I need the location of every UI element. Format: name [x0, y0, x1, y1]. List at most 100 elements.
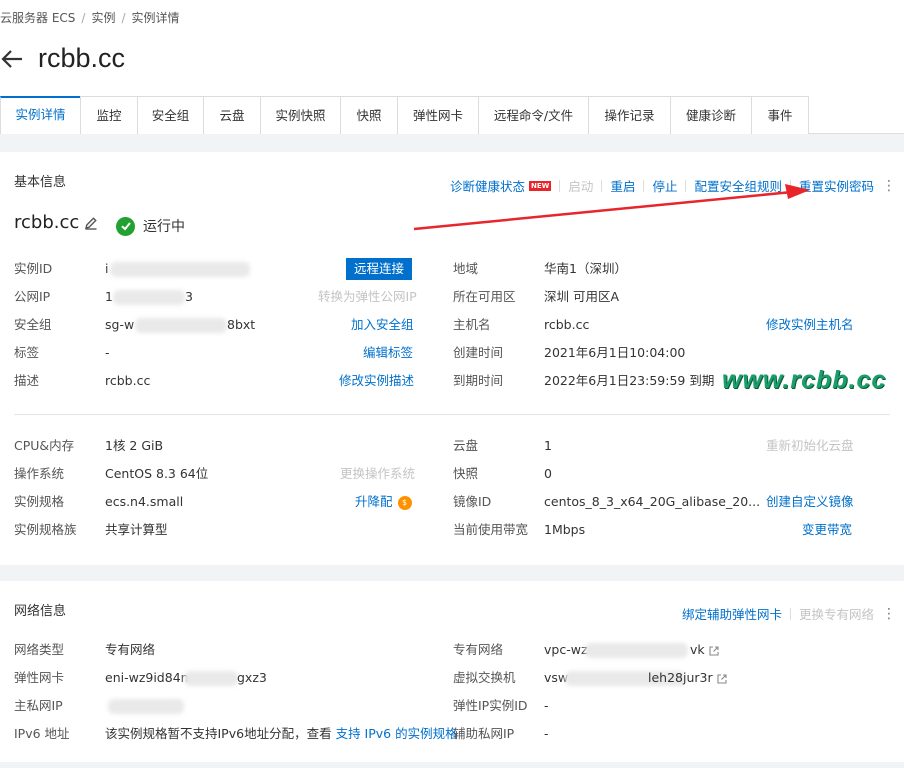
field-label: 操作系统 — [14, 466, 65, 481]
breadcrumb-sep: / — [121, 11, 126, 25]
field-label: 云盘 — [453, 438, 479, 453]
create-image-link[interactable]: 创建自定义镜像 — [766, 492, 854, 512]
field-label: 到期时间 — [453, 373, 504, 388]
bind-eni-button[interactable]: 绑定辅助弹性网卡 — [682, 604, 782, 623]
external-link-icon — [709, 645, 719, 656]
section-gap — [0, 134, 904, 152]
security-group-value: sg-w — [105, 317, 135, 332]
tab-snapshots[interactable]: 快照 — [340, 96, 398, 134]
instance-type-value: ecs.n4.small — [105, 494, 184, 509]
hostname-value: rcbb.cc — [544, 317, 590, 332]
section-gap — [0, 762, 904, 768]
remote-connect-button[interactable]: 远程连接 — [346, 258, 413, 280]
more-vertical-icon[interactable]: ⋮ — [882, 606, 896, 622]
info-row: 公网IP 1 3 转换为弹性公网IP 所在可用区 深圳 可用区A — [0, 287, 904, 307]
config-sg-rule-button[interactable]: 配置安全组规则 — [694, 176, 782, 195]
vpc-value: vpc-wz — [544, 642, 588, 657]
network-actions: 绑定辅助弹性网卡 更换专有网络 ⋮ — [682, 604, 896, 623]
breadcrumb-ecs[interactable]: 云服务器 ECS — [0, 11, 75, 25]
zone-value: 深圳 可用区A — [544, 289, 620, 304]
description-value: rcbb.cc — [105, 373, 151, 388]
tab-operation-logs[interactable]: 操作记录 — [588, 96, 671, 134]
check-circle-icon — [116, 216, 135, 236]
tab-bar: 实例详情 监控 安全组 云盘 实例快照 快照 弹性网卡 远程命令/文件 操作记录… — [0, 96, 904, 134]
upgrade-downgrade-link[interactable]: 升降配 $ — [355, 492, 412, 512]
network-type-value: 专有网络 — [105, 642, 156, 657]
field-label: 描述 — [14, 373, 40, 388]
change-os-link[interactable]: 更换操作系统 — [340, 464, 415, 484]
bandwidth-value: 1Mbps — [544, 522, 586, 537]
field-label: 辅助私网IP — [453, 726, 515, 741]
field-label: 实例规格族 — [14, 522, 77, 537]
info-row: 操作系统 CentOS 8.3 64位 更换操作系统 快照 0 — [0, 464, 904, 484]
start-button[interactable]: 启动 — [568, 176, 593, 195]
field-label: 实例ID — [14, 261, 53, 276]
info-row: 实例规格 ecs.n4.small 升降配 $ 镜像ID centos_8_3_x… — [0, 492, 904, 512]
info-row: 安全组 sg-w 8bxt 加入安全组 主机名 rcbb.cc 修改实例主机名 — [0, 315, 904, 335]
field-label: 标签 — [14, 345, 40, 360]
field-label: IPv6 地址 — [14, 726, 70, 741]
tab-events[interactable]: 事件 — [751, 96, 809, 134]
tab-eni[interactable]: 弹性网卡 — [397, 96, 479, 134]
field-label: 安全组 — [14, 317, 52, 332]
field-label: 主机名 — [453, 317, 491, 332]
field-label: 专有网络 — [453, 642, 504, 657]
tab-health-diagnosis[interactable]: 健康诊断 — [670, 96, 752, 134]
tags-value: - — [105, 345, 110, 360]
edit-tags-link[interactable]: 编辑标签 — [363, 343, 413, 363]
cpu-memory-value: 1核 2 GiB — [105, 438, 164, 453]
modify-hostname-link[interactable]: 修改实例主机名 — [766, 315, 854, 335]
diagnose-button[interactable]: 诊断健康状态 — [450, 176, 525, 195]
breadcrumb: 云服务器 ECS / 实例 / 实例详情 — [0, 9, 180, 26]
basic-info-title: 基本信息 — [14, 175, 67, 190]
disk-count-value: 1 — [544, 438, 552, 453]
external-link-icon — [717, 673, 727, 684]
field-label: 当前使用带宽 — [453, 522, 529, 537]
tab-instance-snapshots[interactable]: 实例快照 — [260, 96, 341, 134]
basic-actions: 诊断健康状态 NEW 启动 重启 停止 配置安全组规则 重置实例密码 ⋮ — [450, 176, 896, 195]
restart-button[interactable]: 重启 — [610, 176, 635, 195]
tab-disks[interactable]: 云盘 — [203, 96, 261, 134]
redaction-blur — [108, 699, 184, 714]
redaction-blur — [585, 643, 688, 658]
tab-instance-details[interactable]: 实例详情 — [0, 96, 81, 134]
reinit-disk-link[interactable]: 重新初始化云盘 — [766, 436, 854, 456]
vpc-link[interactable]: vk — [690, 640, 719, 660]
redaction-blur — [184, 671, 238, 686]
tab-security-group[interactable]: 安全组 — [137, 96, 204, 134]
stop-button[interactable]: 停止 — [652, 176, 677, 195]
join-sg-link[interactable]: 加入安全组 — [351, 315, 414, 335]
field-label: 网络类型 — [14, 642, 65, 657]
redaction-blur — [135, 318, 227, 333]
vpc-value-end: vk — [690, 642, 705, 657]
instance-hostname: rcbb.cc — [14, 212, 80, 233]
modify-description-link[interactable]: 修改实例描述 — [339, 371, 414, 391]
field-label: 弹性IP实例ID — [453, 698, 528, 713]
page-title: rcbb.cc — [38, 43, 126, 73]
image-id-value: centos_8_3_x64_20G_alibase_20... — [544, 494, 761, 509]
expire-time-value: 2022年6月1日23:59:59 到期 — [544, 373, 715, 388]
more-vertical-icon[interactable]: ⋮ — [882, 178, 896, 194]
change-bandwidth-link[interactable]: 变更带宽 — [802, 520, 852, 540]
back-arrow-icon[interactable] — [0, 46, 24, 72]
public-ip-value: 1 — [105, 289, 113, 304]
field-label: 主私网IP — [14, 698, 63, 713]
edit-pencil-icon[interactable] — [84, 216, 98, 230]
breadcrumb-sep: / — [81, 11, 86, 25]
tab-remote-command[interactable]: 远程命令/文件 — [478, 96, 589, 134]
convert-eip-link[interactable]: 转换为弹性公网IP — [318, 287, 417, 307]
redaction-blur — [110, 262, 250, 277]
watermark-text: www.rcbb.cc — [722, 366, 887, 394]
field-label: 所在可用区 — [453, 289, 516, 304]
status-badge: 运行中 — [116, 216, 185, 236]
ipv6-supported-types-link[interactable]: 支持 IPv6 的实例规格 — [336, 726, 458, 741]
new-badge: NEW — [529, 180, 552, 191]
breadcrumb-instances[interactable]: 实例 — [91, 11, 115, 25]
section-gap — [0, 565, 904, 581]
vswitch-link[interactable]: leh28jur3r — [648, 668, 727, 688]
info-row: 标签 - 编辑标签 创建时间 2021年6月1日10:04:00 — [0, 343, 904, 363]
tab-monitoring[interactable]: 监控 — [80, 96, 138, 134]
change-vpc-button[interactable]: 更换专有网络 — [799, 604, 874, 623]
reset-password-button[interactable]: 重置实例密码 — [799, 176, 874, 195]
network-info-title: 网络信息 — [14, 604, 67, 619]
